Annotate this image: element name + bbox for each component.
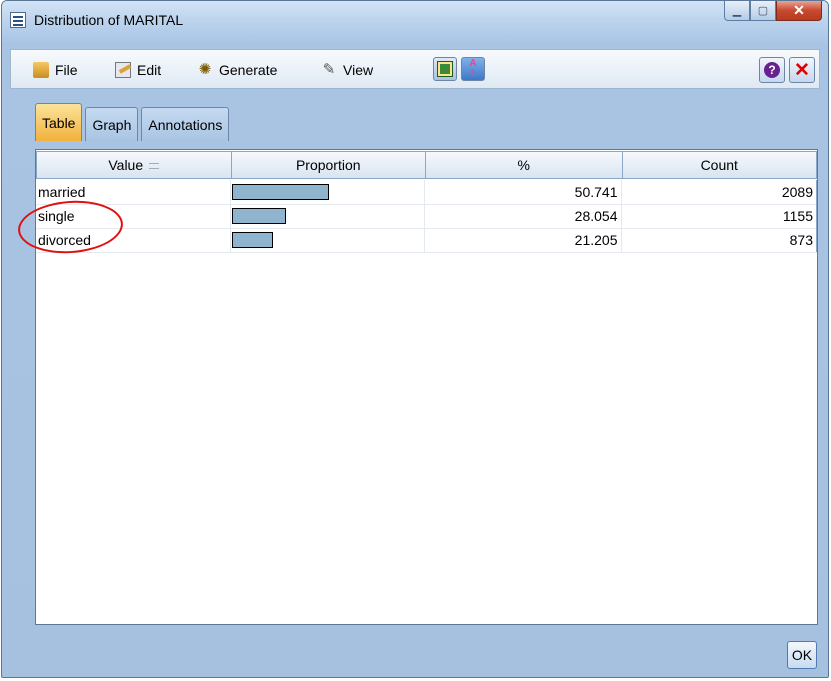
app-window: Distribution of MARITAL ▁ ▢ ✕ File Edit … [1, 0, 829, 678]
table-header: Value Proportion % Count [36, 150, 817, 180]
cell-value: single [36, 204, 231, 228]
edit-icon [115, 62, 131, 78]
proportion-bar [231, 232, 273, 248]
cell-value: divorced [36, 228, 231, 252]
maximize-button[interactable]: ▢ [750, 1, 776, 21]
view-icon: ✎ [322, 61, 336, 78]
close-button[interactable]: ✕ [789, 57, 815, 83]
sort-button[interactable]: A 1 [461, 57, 485, 81]
cell-proportion [231, 204, 425, 228]
menu-file[interactable]: File [33, 60, 78, 80]
sort-indicator-icon [149, 163, 160, 170]
cell-value: married [36, 180, 231, 204]
close-icon: ✕ [794, 59, 810, 81]
proportion-bar [231, 184, 329, 200]
cell-percent: 21.205 [425, 228, 622, 252]
column-header-proportion[interactable]: Proportion [230, 151, 425, 179]
help-icon: ? [764, 62, 780, 78]
ok-button[interactable]: OK [787, 641, 817, 669]
tab-bar: Table Graph Annotations [35, 101, 232, 141]
cell-proportion [231, 228, 425, 252]
window-icon [10, 12, 26, 28]
column-header-percent[interactable]: % [425, 151, 622, 179]
minimize-button[interactable]: ▁ [724, 1, 750, 21]
cell-count: 1155 [622, 204, 817, 228]
table-row[interactable]: divorced 21.205 873 [36, 228, 817, 253]
column-header-value[interactable]: Value [36, 151, 231, 179]
proportion-bar [231, 208, 286, 224]
folder-icon [33, 62, 49, 78]
cell-percent: 50.741 [425, 180, 622, 204]
tab-annotations[interactable]: Annotations [141, 107, 230, 141]
menu-edit-label: Edit [137, 62, 162, 78]
window-close-button[interactable]: ✕ [776, 1, 822, 21]
insert-node-icon [437, 61, 453, 77]
sort-icon-digit: 1 [470, 68, 476, 79]
menu-generate-label: Generate [219, 62, 278, 78]
insert-node-button[interactable] [433, 57, 457, 81]
help-button[interactable]: ? [759, 57, 785, 83]
table-panel: Value Proportion % Count married 50.741 … [35, 149, 818, 625]
column-header-count[interactable]: Count [621, 151, 817, 179]
menu-view-label: View [343, 62, 374, 78]
menu-generate[interactable]: ✺ Generate [197, 60, 278, 80]
menu-file-label: File [55, 62, 78, 78]
generate-icon: ✺ [198, 61, 212, 78]
column-header-value-label: Value [108, 157, 144, 173]
cell-proportion [231, 180, 425, 204]
menu-view[interactable]: ✎ View [321, 60, 373, 80]
menu-edit[interactable]: Edit [115, 60, 161, 80]
window-controls: ▁ ▢ ✕ [724, 1, 822, 23]
table-row[interactable]: married 50.741 2089 [36, 180, 817, 205]
tab-graph[interactable]: Graph [85, 107, 139, 141]
tab-table[interactable]: Table [35, 103, 83, 141]
window-title: Distribution of MARITAL [34, 12, 184, 28]
cell-count: 873 [622, 228, 817, 252]
table-row[interactable]: single 28.054 1155 [36, 204, 817, 229]
cell-count: 2089 [622, 180, 817, 204]
menu-bar: File Edit ✺ Generate ✎ View A 1 ? ✕ [10, 49, 820, 89]
cell-percent: 28.054 [425, 204, 622, 228]
title-bar: Distribution of MARITAL ▁ ▢ ✕ [2, 1, 828, 43]
